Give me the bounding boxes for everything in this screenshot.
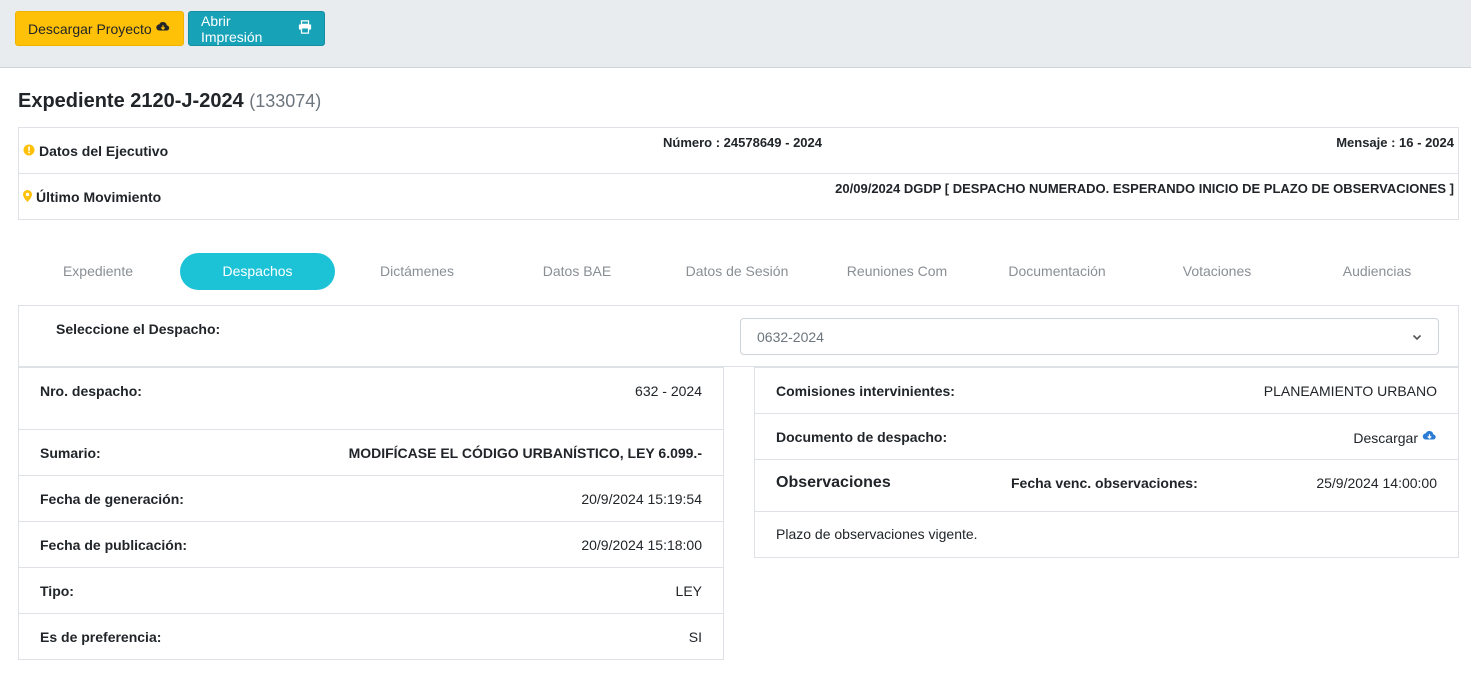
comisiones-panel: Comisiones intervinientes: PLANEAMIENTO … — [754, 367, 1459, 558]
tipo-label: Tipo: — [40, 583, 74, 599]
fecha-publicacion-label: Fecha de publicación: — [40, 537, 188, 553]
despacho-select-value: 0632-2024 — [757, 328, 824, 345]
download-document-link[interactable]: Descargar — [1353, 429, 1437, 446]
comisiones-row: Comisiones intervinientes: PLANEAMIENTO … — [755, 368, 1458, 414]
tipo-value: LEY — [675, 583, 702, 599]
ejecutivo-row: Datos del Ejecutivo Número : 24578649 - … — [19, 128, 1458, 174]
fecha-publicacion-row: Fecha de publicación: 20/9/2024 15:18:00 — [19, 522, 723, 568]
cloud-download-icon — [1422, 429, 1437, 446]
despacho-selector-box: Seleccione el Despacho: 0632-2024 — [18, 305, 1459, 367]
ejecutivo-label: Datos del Ejecutivo — [39, 143, 169, 159]
numero-value: Número : 24578649 - 2024 — [663, 135, 822, 150]
tab-dictamenes[interactable]: Dictámenes — [337, 253, 497, 290]
preferencia-row: Es de preferencia: SI — [19, 614, 723, 660]
sumario-value: MODIFÍCASE EL CÓDIGO URBANÍSTICO, LEY 6.… — [348, 445, 702, 461]
open-print-label: Abrir Impresión — [201, 12, 263, 45]
movimiento-value: 20/09/2024 DGDP [ DESPACHO NUMERADO. ESP… — [835, 181, 1454, 196]
preferencia-value: SI — [688, 629, 702, 645]
preferencia-label: Es de preferencia: — [40, 629, 162, 645]
toolbar: Descargar Proyecto Abrir Impresión — [0, 0, 1471, 68]
expediente-info-box: Datos del Ejecutivo Número : 24578649 - … — [18, 127, 1459, 220]
page-title: Expediente 2120-J-2024 (133074) — [18, 90, 321, 113]
fecha-generacion-row: Fecha de generación: 20/9/2024 15:19:54 — [19, 476, 723, 522]
tab-bar: Expediente Despachos Dictámenes Datos BA… — [18, 253, 1459, 290]
open-print-button[interactable]: Abrir Impresión — [188, 11, 325, 46]
movimiento-row: Último Movimiento 20/09/2024 DGDP [ DESP… — [19, 174, 1458, 220]
tab-reuniones-com[interactable]: Reuniones Com — [817, 253, 977, 290]
download-project-label: Descargar Proyecto — [28, 20, 152, 37]
observaciones-text-row: Plazo de observaciones vigente. — [755, 512, 1458, 558]
info-circle-icon — [23, 143, 35, 159]
tab-despachos[interactable]: Despachos — [180, 253, 335, 290]
nro-despacho-value: 632 - 2024 — [635, 383, 702, 399]
download-project-button[interactable]: Descargar Proyecto — [15, 11, 184, 46]
nro-despacho-row: Nro. despacho: 632 - 2024 — [19, 368, 723, 430]
movimiento-label: Último Movimiento — [36, 189, 162, 205]
sumario-row: Sumario: MODIFÍCASE EL CÓDIGO URBANÍSTIC… — [19, 430, 723, 476]
comisiones-value: PLANEAMIENTO URBANO — [1263, 383, 1437, 399]
despacho-details-panel: Nro. despacho: 632 - 2024 Sumario: MODIF… — [18, 367, 724, 660]
printer-icon — [298, 20, 312, 37]
documento-row: Documento de despacho: Descargar — [755, 414, 1458, 460]
vencimiento-value: 25/9/2024 14:00:00 — [1316, 475, 1437, 491]
tipo-row: Tipo: LEY — [19, 568, 723, 614]
tab-datos-bae[interactable]: Datos BAE — [497, 253, 657, 290]
sumario-label: Sumario: — [40, 445, 101, 461]
cloud-download-icon — [156, 20, 170, 37]
download-document-label: Descargar — [1353, 429, 1418, 446]
tab-datos-sesion[interactable]: Datos de Sesión — [657, 253, 817, 290]
chevron-down-icon — [1412, 329, 1422, 345]
observaciones-title: Observaciones — [776, 474, 891, 491]
tab-votaciones[interactable]: Votaciones — [1137, 253, 1297, 290]
movimiento-label-group: Último Movimiento — [23, 189, 161, 205]
fecha-publicacion-value: 20/9/2024 15:18:00 — [581, 537, 702, 553]
comisiones-label: Comisiones intervinientes: — [776, 383, 955, 399]
mensaje-value: Mensaje : 16 - 2024 — [1336, 135, 1454, 150]
expediente-title: Expediente 2120-J-2024 — [18, 90, 244, 112]
ejecutivo-label-group: Datos del Ejecutivo — [23, 143, 168, 159]
tab-expediente[interactable]: Expediente — [18, 253, 178, 290]
observaciones-text: Plazo de observaciones vigente. — [776, 526, 978, 542]
despacho-selector-label: Seleccione el Despacho: — [56, 321, 221, 337]
vencimiento-label: Fecha venc. observaciones: — [1011, 475, 1198, 491]
fecha-generacion-value: 20/9/2024 15:19:54 — [581, 491, 702, 507]
fecha-generacion-label: Fecha de generación: — [40, 491, 184, 507]
observaciones-header-row: Observaciones Fecha venc. observaciones:… — [755, 460, 1458, 512]
nro-despacho-label: Nro. despacho: — [40, 383, 142, 399]
map-marker-icon — [23, 189, 32, 205]
expediente-id: (133074) — [249, 91, 322, 111]
despacho-select[interactable]: 0632-2024 — [740, 318, 1439, 355]
documento-label: Documento de despacho: — [776, 429, 948, 445]
tab-audiencias[interactable]: Audiencias — [1297, 253, 1457, 290]
tab-documentacion[interactable]: Documentación — [977, 253, 1137, 290]
